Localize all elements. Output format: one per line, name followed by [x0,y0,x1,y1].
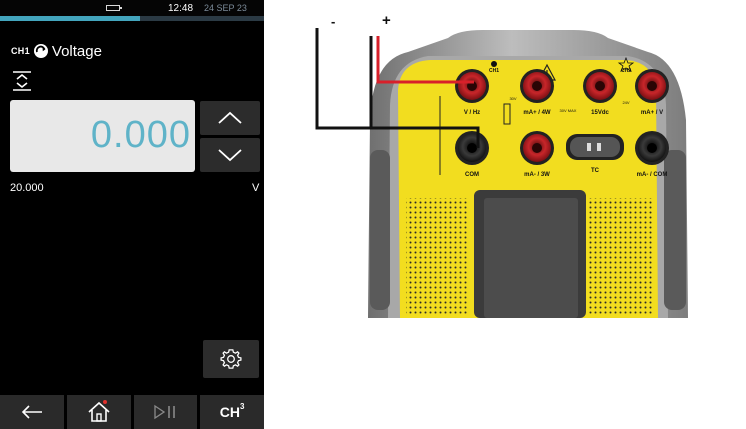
home-icon [88,401,110,422]
home-button[interactable] [66,395,131,429]
function-label: Voltage [51,42,102,60]
terminal-label: TC [591,168,600,174]
terminal-label: mA+ / 4W [523,110,551,116]
terminal-15vdc [583,69,617,103]
chevron-down-icon [218,149,242,162]
settings-button[interactable] [203,340,259,378]
range-value: 20.000 [10,182,44,194]
negative-lead-label: - [331,14,336,29]
channel-label: CH1 [11,46,30,56]
calibrator-illustration: V / Hz mA+ / 4W 15Vdc mA+ / V COM mA- / … [315,28,688,318]
navigation-bar: CH 3 [0,395,264,429]
positive-lead-label: + [382,12,391,29]
terminal-label: mA+ / V [641,110,663,116]
terminal-ma-3w [520,131,554,165]
range-select-icon[interactable] [11,70,33,92]
rating-mark: 30V MAX [560,108,577,113]
reading-display[interactable]: 0.000 [10,100,195,172]
run-pause-button[interactable] [133,395,198,429]
gear-icon [220,349,242,369]
channel-select-label: CH [219,404,241,420]
channel-mark: CH2 [621,68,631,74]
terminal-tc [566,134,624,160]
arrow-left-icon [21,405,42,419]
terminal-ma-v [635,69,669,103]
terminal-ma-4w [520,69,554,103]
channel-select-button[interactable]: CH 3 [200,395,264,429]
terminal-label: 15Vdc [591,110,609,116]
play-pause-icon [154,404,176,420]
rating-mark: 30V [509,96,516,101]
terminal-label: V / Hz [464,110,480,116]
decrement-button[interactable] [200,138,260,172]
channel-header[interactable]: CH1 Voltage [11,42,102,60]
channel-arrow-icon [33,44,48,58]
progress-bar [0,16,264,21]
status-time: 12:48 [168,3,194,14]
terminal-v-hz [455,69,489,103]
status-bar: 12:48 24 SEP 23 [0,0,264,16]
increment-button[interactable] [200,101,260,135]
chevron-up-icon [218,111,242,124]
status-date: 24 SEP 23 [204,3,247,13]
terminal-com [455,131,489,165]
channel-mark: CH1 [489,68,499,74]
battery-icon [106,5,122,11]
channel-select-sup: 3 [240,401,245,411]
terminal-label: COM [465,172,479,178]
rating-mark: 24V [622,100,629,105]
progress-bar-fill [0,16,140,21]
terminal-ma-com [635,131,669,165]
unit-label: V [252,182,260,194]
wiring-diagram: V / Hz mA+ / 4W 15Vdc mA+ / V COM mA- / … [308,0,746,318]
reading-value: 0.000 [90,114,191,156]
notification-dot [102,400,107,404]
terminal-label: mA- / 3W [524,172,550,178]
device-screen: 12:48 24 SEP 23 CH1 Voltage 0.000 20.000… [0,0,264,429]
back-button[interactable] [0,395,64,429]
terminal-label: mA- / COM [637,172,668,178]
